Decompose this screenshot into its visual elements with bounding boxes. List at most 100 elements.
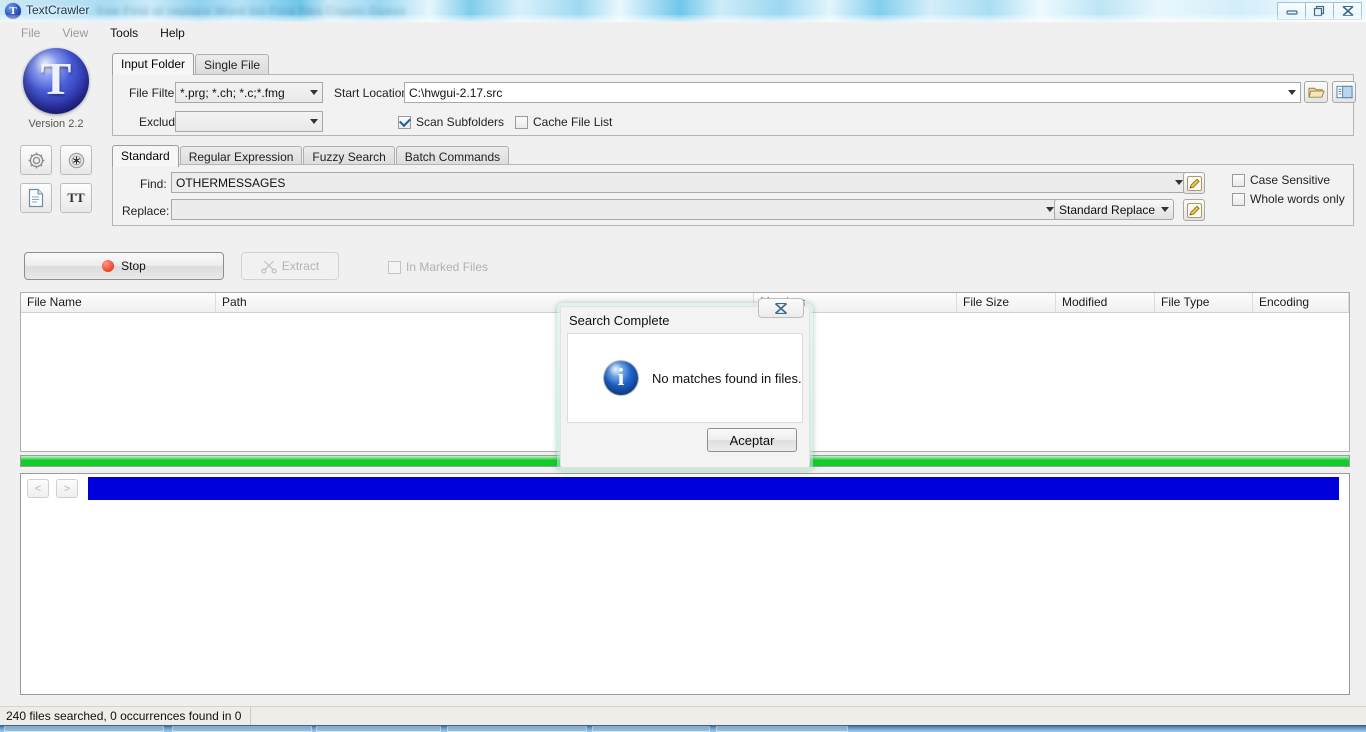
windows-taskbar <box>0 725 1366 732</box>
replace-mode-value: Standard Replace <box>1059 202 1156 217</box>
status-spacer <box>251 707 1366 725</box>
gear-icon <box>28 152 44 168</box>
title-bar: T TextCrawler free Find or replace Word … <box>0 0 1366 22</box>
column-header-modified[interactable]: Modified <box>1056 293 1155 312</box>
extract-button-label: Extract <box>281 259 320 273</box>
case-sensitive-label: Case Sensitive <box>1250 173 1331 187</box>
pencil-edit-icon <box>1186 202 1202 218</box>
dialog-ok-button[interactable]: Aceptar <box>707 428 797 452</box>
info-icon: i <box>604 361 638 395</box>
stop-button-label: Stop <box>121 259 146 273</box>
textcrawler-window: T TextCrawler free Find or replace Word … <box>0 0 1366 732</box>
app-icon: T <box>5 3 21 19</box>
search-panel: Find: OTHERMESSAGES Replace: Standard Re… <box>112 164 1354 226</box>
document-page-icon <box>28 188 44 208</box>
chevron-down-icon[interactable] <box>1283 83 1300 102</box>
column-header-encoding[interactable]: Encoding <box>1253 293 1349 312</box>
pencil-edit-icon <box>1186 175 1202 191</box>
chevron-down-icon[interactable] <box>1156 200 1173 219</box>
status-text: 240 files searched, 0 occurrences found … <box>0 707 251 732</box>
checkbox-box <box>1232 192 1245 206</box>
whole-words-label: Whole words only <box>1250 192 1345 206</box>
cache-file-list-checkbox[interactable]: Cache File List <box>515 115 612 129</box>
scan-subfolders-label: Scan Subfolders <box>416 115 505 129</box>
asterisk-circle-icon <box>68 152 84 168</box>
menu-item-tools[interactable]: Tools <box>99 24 149 42</box>
settings-button[interactable] <box>20 145 52 175</box>
menu-item-view[interactable]: View <box>51 24 99 42</box>
folder-open-icon <box>1307 87 1325 98</box>
file-filter-combo[interactable]: *.prg; *.ch; *.c;*.fmg <box>175 82 323 103</box>
window-title-obscured: free Find or replace Word list Find file… <box>97 4 406 18</box>
dialog-title: Search Complete <box>569 313 670 328</box>
chevron-down-icon[interactable] <box>305 112 322 131</box>
checkbox-box <box>398 115 411 129</box>
input-folder-panel: File Filter: *.prg; *.ch; *.c;*.fmg Excl… <box>112 74 1354 136</box>
tt-font-icon: TT <box>67 190 85 205</box>
start-location-value: C:\hwgui-2.17.src <box>409 85 503 100</box>
preview-highlight-bar <box>88 477 1339 500</box>
dialog-body: i No matches found in files. <box>567 333 803 423</box>
whole-words-checkbox[interactable]: Whole words only <box>1232 192 1345 206</box>
window-title: TextCrawler <box>26 3 90 17</box>
menu-item-file[interactable]: File <box>10 24 51 42</box>
replace-edit-button[interactable] <box>1183 199 1205 221</box>
browse-folder-button[interactable] <box>1304 81 1328 103</box>
dialog-close-button[interactable] <box>758 298 804 318</box>
window-controls <box>1277 2 1362 20</box>
find-value: OTHERMESSAGES <box>176 175 286 190</box>
restore-button[interactable] <box>1305 2 1334 20</box>
start-location-label: Start Location: <box>334 86 412 100</box>
menu-bar: File View Tools Help <box>0 22 1366 44</box>
document-button[interactable] <box>20 183 52 213</box>
extract-button: Extract <box>241 252 339 280</box>
replace-combo[interactable] <box>171 199 1059 220</box>
left-rail: T Version 2.2 TT <box>0 44 100 232</box>
browse-list-button[interactable] <box>1332 81 1356 103</box>
find-combo[interactable]: OTHERMESSAGES <box>171 172 1188 193</box>
wildcard-button[interactable] <box>60 145 92 175</box>
close-button[interactable] <box>1333 2 1362 20</box>
input-tabstrip: Input Folder Single File <box>112 53 270 75</box>
tab-input-folder[interactable]: Input Folder <box>112 53 195 75</box>
search-complete-dialog: Search Complete i No matches found in fi… <box>557 298 813 471</box>
stop-button[interactable]: Stop <box>24 252 224 280</box>
dialog-footer: Aceptar <box>567 419 803 461</box>
checkbox-box <box>515 115 528 129</box>
tab-single-file[interactable]: Single File <box>195 54 270 75</box>
scan-subfolders-checkbox[interactable]: Scan Subfolders <box>398 115 504 129</box>
start-location-combo[interactable]: C:\hwgui-2.17.src <box>404 82 1301 103</box>
column-header-file-size[interactable]: File Size <box>957 293 1056 312</box>
font-button[interactable]: TT <box>60 183 92 213</box>
column-header-file-type[interactable]: File Type <box>1155 293 1253 312</box>
file-filter-label: File Filter: <box>129 86 182 100</box>
preview-next-button[interactable]: > <box>56 479 78 498</box>
checkbox-box <box>388 260 401 274</box>
scissors-icon <box>261 260 277 274</box>
preview-prev-button[interactable]: < <box>27 479 49 498</box>
replace-mode-combo[interactable]: Standard Replace <box>1054 199 1174 220</box>
column-header-file-name[interactable]: File Name <box>21 293 216 312</box>
tab-standard[interactable]: Standard <box>112 145 179 167</box>
app-logo-icon: T <box>23 48 89 114</box>
exclude-combo[interactable] <box>175 111 323 132</box>
replace-label: Replace: <box>122 204 170 218</box>
case-sensitive-checkbox[interactable]: Case Sensitive <box>1232 173 1330 187</box>
cache-file-list-label: Cache File List <box>533 115 613 129</box>
preview-pane[interactable]: < > <box>20 473 1350 695</box>
checkbox-box <box>1232 173 1245 187</box>
close-icon <box>774 302 788 314</box>
window-list-icon <box>1335 85 1353 99</box>
minimize-button[interactable] <box>1277 2 1306 20</box>
file-filter-value: *.prg; *.ch; *.c;*.fmg <box>180 85 285 100</box>
dialog-message: No matches found in files. <box>652 370 802 386</box>
menu-item-help[interactable]: Help <box>149 24 196 42</box>
red-circle-icon <box>102 260 115 272</box>
chevron-down-icon[interactable] <box>305 83 322 102</box>
find-label: Find: <box>140 177 167 191</box>
status-bar: 240 files searched, 0 occurrences found … <box>0 706 1366 732</box>
version-label: Version 2.2 <box>28 118 84 130</box>
in-marked-files-label: In Marked Files <box>406 260 489 274</box>
find-edit-button[interactable] <box>1183 172 1205 194</box>
app-logo-letter: T <box>40 53 72 104</box>
